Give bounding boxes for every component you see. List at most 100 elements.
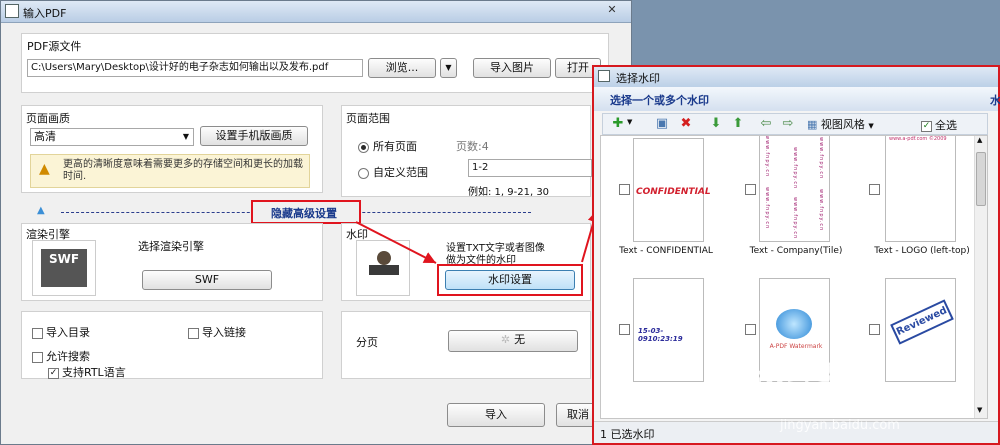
browse-button[interactable]: 浏览... (368, 58, 436, 78)
watermark-item-confidential[interactable]: CONFIDENTIAL Text - CONFIDENTIAL (601, 136, 731, 266)
pdf-source-panel: PDF源文件 C:\Users\Mary\Desktop\设计好的电子杂志如何输… (21, 33, 609, 93)
import-icon[interactable]: ⇦ (759, 117, 773, 131)
edit-image-icon[interactable]: ▣ (655, 117, 669, 131)
close-icon[interactable]: ✕ (601, 3, 623, 19)
watermark-item-company-tile[interactable]: www.fnpy.cn www.fnpy.cn www.fnpy.cn www.… (731, 136, 861, 266)
page-range-label: 页面范围 (346, 112, 390, 125)
apdf-watermark-text: A-PDF Watermark (769, 343, 823, 350)
tile-text-3: www.fnpy.cn (792, 147, 798, 190)
tile-text-6: www.fnpy.cn (818, 189, 824, 232)
import-links-label: 导入链接 (202, 326, 246, 339)
checkbox-unchecked-icon (32, 327, 43, 339)
browse-dropdown-button[interactable]: ▼ (440, 58, 457, 78)
engine-select-button[interactable]: SWF (142, 270, 272, 290)
dialog-title: 输入PDF (23, 7, 67, 20)
allow-search-checkbox[interactable]: 允许搜索 (32, 348, 90, 364)
view-style-button[interactable]: ▦ 视图风格 ▼ (807, 116, 874, 132)
watermark-header-bar: 选择一个或多个水印 水 (594, 87, 1000, 111)
range-example: 例如: 1, 9-21, 30 (468, 187, 550, 198)
confidential-preview-text: CONFIDENTIAL (636, 187, 711, 197)
main-title-bar[interactable]: 输入PDF ✕ (1, 1, 631, 23)
page-quality-label: 页面画质 (26, 112, 70, 125)
reviewed-stamp: Reviewed (890, 299, 954, 345)
rtl-support-label: 支持RTL语言 (62, 366, 126, 379)
watermark-preview: Reviewed (885, 278, 956, 382)
pdf-path-field[interactable]: C:\Users\Mary\Desktop\设计好的电子杂志如何输出以及发布.p… (27, 59, 363, 77)
chevron-down-icon: ▼ (182, 132, 189, 141)
app-icon (598, 70, 610, 82)
watermark-caption: Text - LOGO (left-top) (874, 246, 970, 256)
scroll-down-icon[interactable]: ▼ (977, 406, 982, 414)
watermark-caption: Text - Company(Tile) (749, 246, 843, 256)
add-dropdown-icon[interactable]: ▼ (627, 118, 632, 126)
warning-icon: ▲ (39, 161, 50, 177)
custom-range-label: 自定义范围 (373, 166, 428, 179)
import-pdf-dialog: 输入PDF ✕ PDF源文件 C:\Users\Mary\Desktop\设计好… (0, 0, 632, 445)
page-quality-panel: 页面画质 高清 ▼ 设置手机版画质 ▲ 更高的清晰度意味着需要更多的存储空间和更… (21, 105, 323, 193)
watermark-settings-button[interactable]: 水印设置 (445, 270, 575, 290)
export-icon[interactable]: ⇨ (781, 117, 795, 131)
collapse-triangle-icon[interactable]: ▲ (37, 205, 45, 216)
mobile-quality-button[interactable]: 设置手机版画质 (200, 126, 308, 146)
selected-count: 1 已选水印 (600, 428, 655, 441)
grid-view-icon: ▦ (807, 118, 818, 131)
watermark-preview: www.fnpy.cn www.fnpy.cn www.fnpy.cn www.… (759, 135, 830, 242)
checkbox-unchecked-icon[interactable] (869, 324, 880, 335)
move-up-icon[interactable]: ⬆ (731, 117, 745, 131)
checkbox-unchecked-icon[interactable] (869, 184, 880, 195)
watermark-header-right: 水 (990, 94, 1000, 107)
import-button[interactable]: 导入 (447, 403, 545, 427)
tile-text-5: www.fnpy.cn (818, 137, 824, 180)
radio-unchecked-icon (358, 167, 369, 179)
scrollbar-thumb[interactable] (976, 152, 986, 206)
checkbox-unchecked-icon[interactable] (745, 324, 756, 335)
checkbox-unchecked-icon[interactable] (745, 184, 756, 195)
hide-advanced-label: 隐藏高级设置 (271, 207, 337, 220)
checkbox-unchecked-icon[interactable] (619, 184, 630, 195)
watermark-title-bar[interactable]: 选择水印 (594, 67, 998, 87)
tile-text-4: www.fnpy.cn (792, 197, 798, 240)
move-down-icon[interactable]: ⬇ (709, 117, 723, 131)
watermark-preview: CONFIDENTIAL (633, 138, 711, 242)
stamp-icon (356, 240, 410, 296)
import-toc-checkbox[interactable]: 导入目录 (32, 324, 90, 340)
scroll-up-icon[interactable]: ▲ (977, 136, 982, 144)
add-icon[interactable]: ✚ (611, 117, 625, 131)
stamp-handle-icon (377, 251, 391, 265)
import-images-button[interactable]: 导入图片 (473, 58, 551, 78)
baidu-url-watermark: jingyan.baidu.com (780, 418, 900, 433)
tile-text-2: www.fnpy.cn (764, 187, 770, 230)
pagination-button[interactable]: ✲ 无 (448, 330, 578, 352)
checkbox-unchecked-icon (32, 351, 43, 363)
pagination-label: 分页 (356, 336, 378, 349)
checkbox-checked-icon: ✓ (921, 120, 932, 132)
checkbox-unchecked-icon[interactable] (619, 324, 630, 335)
select-all-checkbox[interactable]: ✓ 全选 (921, 117, 957, 133)
quality-hint-box: ▲ 更高的清晰度意味着需要更多的存储空间和更长的加载时间. (30, 154, 310, 188)
tile-text-1: www.fnpy.cn (764, 135, 770, 178)
all-pages-label: 所有页面 (373, 140, 417, 153)
custom-range-input[interactable]: 1-2 (468, 159, 592, 177)
watermark-item-logo[interactable]: www.a-pdf.com ©2009 Text - LOGO (left-to… (861, 136, 987, 266)
choose-engine-label: 选择渲染引擎 (138, 240, 204, 253)
watermark-item-reviewed[interactable]: Reviewed (861, 276, 987, 406)
hide-advanced-button[interactable]: 隐藏高级设置 (251, 200, 361, 224)
custom-range-radio[interactable]: 自定义范围 (358, 164, 428, 180)
radio-checked-icon (358, 141, 369, 153)
render-engine-panel: 渲染引擎 SWF 选择渲染引擎 SWF (21, 223, 323, 301)
checkbox-unchecked-icon (188, 327, 199, 339)
watermark-item-timestamp[interactable]: 15-03-0910:23:19 (601, 276, 731, 406)
quality-hint-text: 更高的清晰度意味着需要更多的存储空间和更长的加载时间. (63, 159, 303, 182)
list-scrollbar[interactable]: ▲ ▼ (974, 136, 987, 418)
watermark-header: 选择一个或多个水印 (610, 94, 709, 107)
quality-select[interactable]: 高清 ▼ (30, 128, 194, 146)
delete-icon[interactable]: ✖ (679, 117, 693, 131)
app-icon (5, 4, 19, 18)
checkbox-checked-icon: ✓ (48, 367, 59, 379)
watermark-highlight-box: 水印设置 (437, 264, 583, 296)
rtl-support-checkbox[interactable]: ✓ 支持RTL语言 (48, 364, 126, 380)
view-style-label: 视图风格 (820, 118, 865, 131)
import-links-checkbox[interactable]: 导入链接 (188, 324, 246, 340)
all-pages-radio[interactable]: 所有页面 (358, 138, 417, 154)
chevron-down-icon: ▼ (868, 122, 874, 130)
